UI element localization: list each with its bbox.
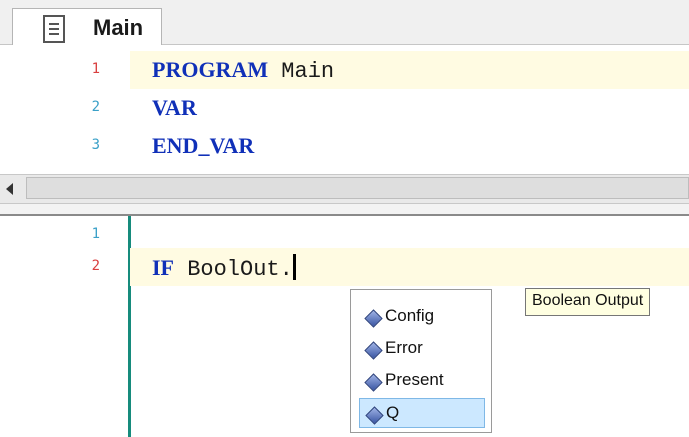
- autocomplete-tooltip: Boolean Output: [525, 288, 651, 316]
- decl-line-1[interactable]: 1 PROGRAM Main: [0, 51, 689, 89]
- autocomplete-item-label: Present: [385, 370, 444, 389]
- text-caret: [292, 254, 296, 280]
- code-text: END_VAR: [152, 133, 254, 160]
- tab-main-label: Main: [93, 15, 144, 40]
- line-number: 1: [91, 61, 100, 77]
- autocomplete-item-q[interactable]: Q: [359, 398, 485, 428]
- impl-line-2[interactable]: 2 IF BoolOut.: [0, 248, 689, 286]
- autocomplete-item-label: Config: [385, 306, 435, 325]
- autocomplete-item-error[interactable]: Error: [359, 334, 485, 364]
- decl-line-3[interactable]: 3 END_VAR: [0, 127, 689, 165]
- property-icon: [364, 373, 383, 392]
- decl-line-2[interactable]: 2 VAR: [0, 89, 689, 127]
- autocomplete-item-label: Q: [386, 403, 400, 422]
- scroll-left-icon[interactable]: [6, 183, 13, 195]
- identifier: BoolOut.: [174, 257, 293, 282]
- property-icon: [364, 309, 383, 328]
- autocomplete-item-config[interactable]: Config: [359, 302, 485, 332]
- line-number: 2: [91, 99, 100, 115]
- implementation-editor[interactable]: 1 2 IF BoolOut.: [0, 216, 689, 437]
- autocomplete-list[interactable]: Config Error Present Q: [350, 289, 492, 433]
- keyword: PROGRAM: [152, 57, 269, 82]
- autocomplete-item-present[interactable]: Present: [359, 366, 485, 396]
- autocomplete-item-label: Error: [385, 338, 423, 357]
- declaration-editor[interactable]: 1 PROGRAM Main 2 VAR 3 END_VAR: [0, 45, 689, 173]
- tab-main[interactable]: Main: [12, 8, 162, 46]
- editor-splitter[interactable]: [0, 204, 689, 216]
- property-icon: [365, 406, 384, 425]
- scroll-thumb[interactable]: [26, 177, 689, 199]
- line-number: 2: [91, 258, 100, 274]
- line-number: 3: [91, 137, 100, 153]
- horizontal-scrollbar[interactable]: [0, 174, 689, 204]
- keyword: VAR: [152, 95, 197, 120]
- document-icon: [43, 15, 65, 43]
- editor-tab-strip: Main: [0, 0, 689, 46]
- keyword: IF: [152, 255, 174, 280]
- keyword: END_VAR: [152, 133, 255, 158]
- property-icon: [364, 341, 383, 360]
- code-text: IF BoolOut.: [152, 254, 296, 282]
- line-number: 1: [91, 226, 100, 242]
- code-text: PROGRAM Main: [152, 57, 334, 84]
- identifier: Main: [268, 59, 335, 84]
- code-text: VAR: [152, 95, 197, 122]
